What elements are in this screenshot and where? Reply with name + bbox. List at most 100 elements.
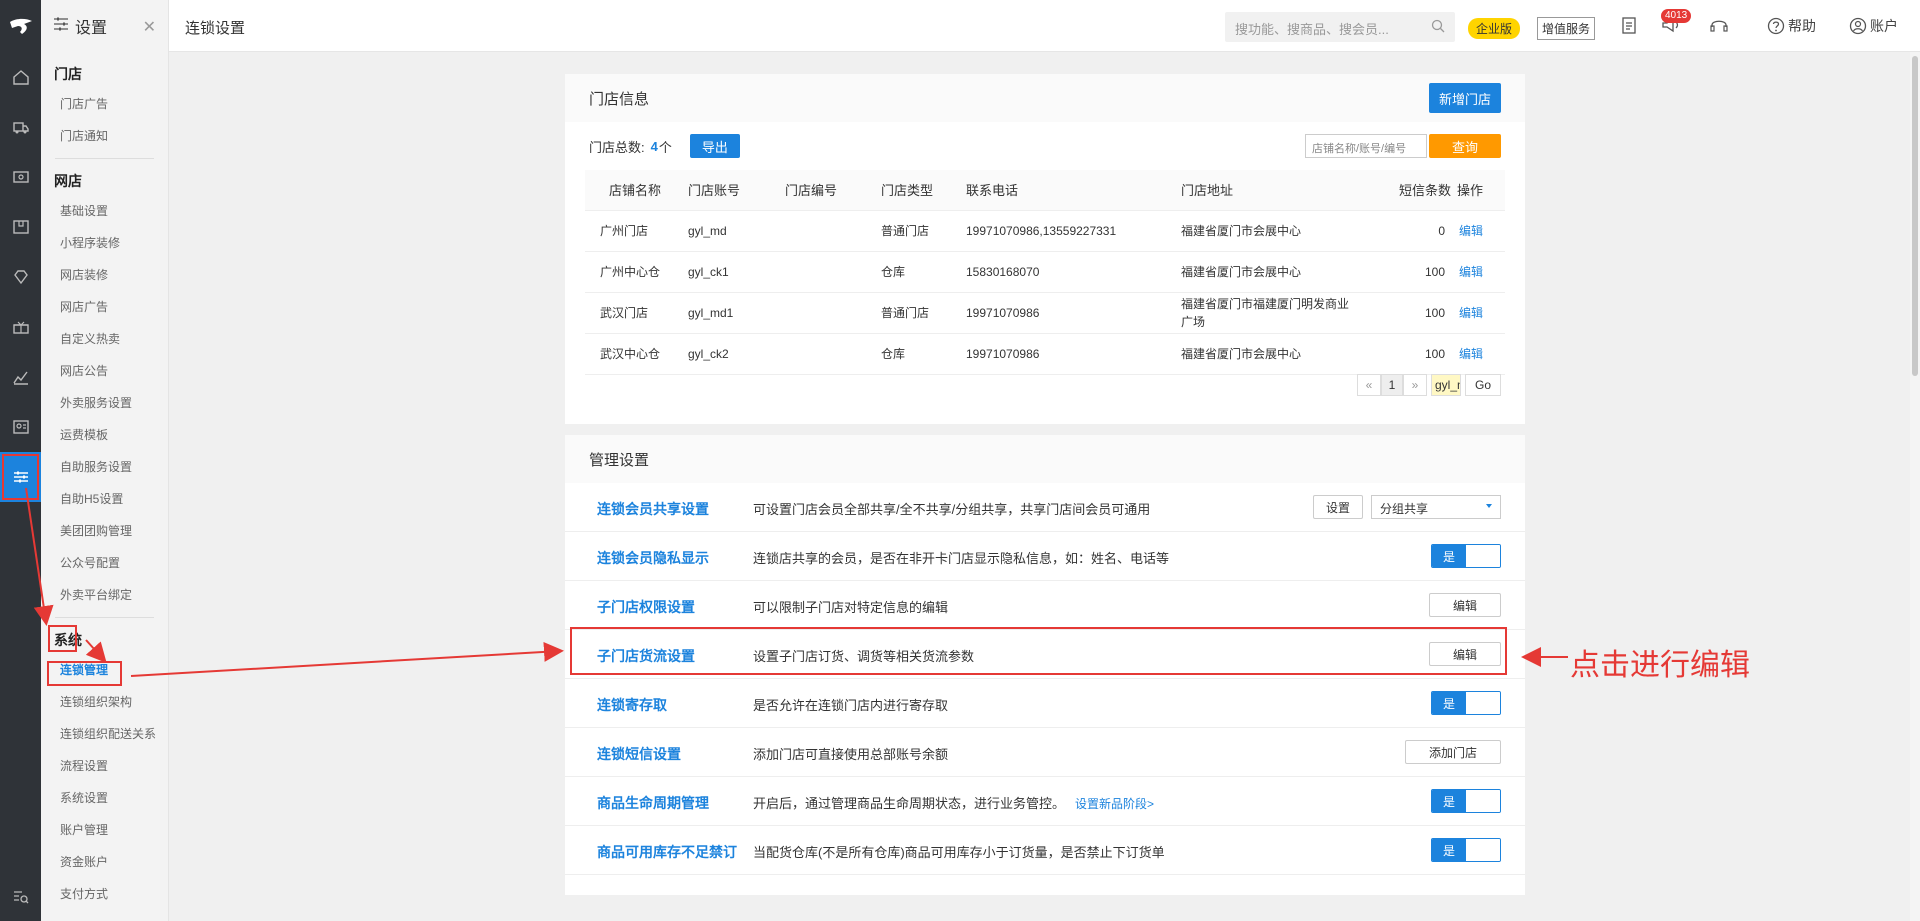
- setting-button[interactable]: 编辑: [1429, 642, 1501, 666]
- submenu-item[interactable]: 自定义热卖: [41, 323, 168, 355]
- rail-delivery[interactable]: [0, 102, 41, 152]
- setting-name-link[interactable]: 连锁短信设置: [597, 744, 681, 764]
- submenu-item[interactable]: 运费模板: [41, 419, 168, 451]
- submenu-item[interactable]: 流程设置: [41, 750, 168, 782]
- submenu-item[interactable]: 美团团购管理: [41, 515, 168, 547]
- page-scrollbar[interactable]: [1910, 52, 1920, 921]
- submenu-item[interactable]: 外卖平台绑定: [41, 579, 168, 611]
- setting-button[interactable]: 设置: [1313, 495, 1363, 519]
- prev-page-button[interactable]: «: [1357, 374, 1381, 396]
- store-search-input[interactable]: 店铺名称/账号/编号: [1305, 134, 1427, 158]
- submenu-item[interactable]: 基础设置: [41, 195, 168, 227]
- submenu-item[interactable]: 连锁管理: [41, 654, 168, 686]
- help-link[interactable]: 帮助: [1767, 16, 1816, 36]
- table-cell: 100: [1376, 333, 1451, 375]
- submenu-item[interactable]: 外卖服务设置: [41, 387, 168, 419]
- vas-button[interactable]: 增值服务: [1537, 17, 1596, 40]
- table-cell: 福建省厦门市福建厦门明发商业广场: [1181, 292, 1376, 334]
- go-button[interactable]: Go: [1465, 374, 1501, 396]
- headset-icon[interactable]: [1709, 16, 1729, 34]
- submenu-item[interactable]: 账户管理: [41, 814, 168, 846]
- submenu-item[interactable]: 门店通知: [41, 120, 168, 152]
- toggle-on-label: 是: [1432, 839, 1466, 861]
- toggle-off-area: [1466, 839, 1500, 861]
- submenu-item[interactable]: 网店广告: [41, 291, 168, 323]
- setting-row: 连锁会员隐私显示 连锁店共享的会员，是否在非开卡门店显示隐私信息，如：姓名、电话等…: [565, 532, 1525, 581]
- rail-marketing[interactable]: [0, 302, 41, 352]
- submenu-item[interactable]: 连锁组织配送关系: [41, 718, 168, 750]
- setting-name-link[interactable]: 连锁寄存取: [597, 695, 667, 715]
- page-title: 连锁设置: [185, 20, 246, 37]
- setting-extra-link[interactable]: 设置新品阶段>: [1075, 797, 1154, 811]
- rail-menu-search[interactable]: [0, 879, 41, 915]
- rail-member[interactable]: [0, 252, 41, 302]
- add-store-button[interactable]: 新增门店: [1429, 83, 1501, 113]
- setting-description: 可设置门店会员全部共享/全不共享/分组共享，共享门店间会员可通用: [753, 502, 1151, 517]
- submenu-item[interactable]: 系统设置: [41, 782, 168, 814]
- table-cell: [785, 292, 881, 334]
- submenu-item[interactable]: 网店公告: [41, 355, 168, 387]
- submenu-item[interactable]: 网店装修: [41, 259, 168, 291]
- table-cell: 100: [1376, 292, 1451, 334]
- toggle-off-area: [1466, 790, 1500, 812]
- setting-toggle[interactable]: 是: [1431, 544, 1501, 568]
- setting-description: 连锁店共享的会员，是否在非开卡门店显示隐私信息，如：姓名、电话等: [753, 551, 1170, 566]
- setting-name-link[interactable]: 商品生命周期管理: [597, 793, 709, 813]
- setting-name-link[interactable]: 子门店货流设置: [597, 646, 695, 666]
- icon-rail: [0, 0, 41, 921]
- setting-name-link[interactable]: 商品可用库存不足禁订: [597, 842, 737, 862]
- submenu-item[interactable]: 连锁组织架构: [41, 686, 168, 718]
- setting-toggle[interactable]: 是: [1431, 838, 1501, 862]
- page-jump-input[interactable]: gyl_md: [1431, 374, 1461, 396]
- rail-cashier[interactable]: [0, 152, 41, 202]
- edit-store-link[interactable]: 编辑: [1459, 306, 1483, 320]
- rail-staff[interactable]: [0, 402, 41, 452]
- submenu-item[interactable]: 小程序装修: [41, 227, 168, 259]
- mgmt-settings-header: 管理设置: [565, 435, 1525, 483]
- search-icon[interactable]: [1431, 19, 1445, 36]
- setting-name-link[interactable]: 连锁会员隐私显示: [597, 548, 709, 568]
- submenu-item[interactable]: 自助H5设置: [41, 483, 168, 515]
- setting-name-link[interactable]: 连锁会员共享设置: [597, 499, 709, 519]
- next-page-button[interactable]: »: [1403, 374, 1427, 396]
- table-cell: [785, 333, 881, 375]
- box-icon: [12, 220, 29, 234]
- rail-report[interactable]: [0, 352, 41, 402]
- edit-store-link[interactable]: 编辑: [1459, 265, 1483, 279]
- account-link[interactable]: 账户: [1849, 16, 1898, 36]
- rail-settings[interactable]: [0, 452, 41, 502]
- task-icon[interactable]: [1621, 16, 1637, 34]
- annotation-text: 点击进行编辑: [1570, 649, 1750, 682]
- setting-button[interactable]: 编辑: [1429, 593, 1501, 617]
- setting-toggle[interactable]: 是: [1431, 789, 1501, 813]
- submenu-item[interactable]: 支付方式: [41, 878, 168, 910]
- logo-icon: [9, 18, 32, 34]
- edit-store-link[interactable]: 编辑: [1459, 347, 1483, 361]
- setting-toggle[interactable]: 是: [1431, 691, 1501, 715]
- setting-description: 开启后，通过管理商品生命周期状态，进行业务管控。 设置新品阶段>: [753, 796, 1155, 811]
- close-icon[interactable]: ✕: [143, 17, 156, 37]
- arrow-chain-to-row: [130, 641, 564, 677]
- column-header: 联系电话: [966, 170, 1181, 211]
- export-button[interactable]: 导出: [689, 134, 740, 158]
- share-mode-select[interactable]: 分组共享: [1371, 495, 1501, 519]
- mgmt-settings-card: 管理设置 连锁会员共享设置 可设置门店会员全部共享/全不共享/分组共享，共享门店间…: [565, 435, 1525, 895]
- edit-store-link[interactable]: 编辑: [1459, 224, 1483, 238]
- table-cell: 福建省厦门市会展中心: [1181, 333, 1376, 375]
- setting-name-link[interactable]: 子门店权限设置: [597, 597, 695, 617]
- global-search-input[interactable]: 搜功能、搜商品、搜会员...: [1225, 12, 1455, 42]
- setting-button[interactable]: 添加门店: [1405, 740, 1501, 764]
- table-cell: gyl_md: [688, 210, 785, 252]
- page-number[interactable]: 1: [1381, 374, 1403, 396]
- query-button[interactable]: 查询: [1429, 134, 1501, 158]
- submenu-item[interactable]: 门店广告: [41, 88, 168, 120]
- edition-badge[interactable]: 企业版: [1468, 18, 1521, 39]
- submenu-item[interactable]: 资金账户: [41, 846, 168, 878]
- rail-home[interactable]: [0, 52, 41, 102]
- submenu-item[interactable]: 公众号配置: [41, 547, 168, 579]
- rail-goods[interactable]: [0, 202, 41, 252]
- setting-row: 连锁寄存取 是否允许在连锁门店内进行寄存取 是: [565, 679, 1525, 728]
- submenu-item[interactable]: 自助服务设置: [41, 451, 168, 483]
- table-cell: gyl_ck1: [688, 251, 785, 293]
- app-logo[interactable]: [0, 0, 41, 52]
